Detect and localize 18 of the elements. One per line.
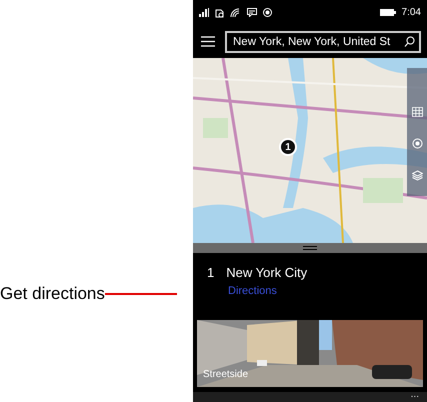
drag-handle-icon[interactable]	[303, 246, 317, 250]
menu-icon[interactable]	[201, 36, 215, 47]
status-time: 7:04	[402, 7, 421, 18]
search-field[interactable]: New York, New York, United St	[225, 30, 421, 52]
locate-icon[interactable]	[412, 138, 422, 149]
grid-icon[interactable]	[412, 106, 422, 117]
battery-icon	[380, 9, 396, 16]
record-icon	[263, 8, 272, 17]
annotation-label: Get directions	[0, 284, 105, 304]
more-button[interactable]: ...	[410, 392, 419, 398]
signal-icon	[199, 8, 209, 17]
search-icon[interactable]	[404, 36, 415, 47]
result-name[interactable]: New York City	[226, 265, 308, 280]
result-index: 1	[207, 265, 214, 280]
message-icon	[247, 8, 257, 17]
layers-icon[interactable]	[412, 170, 422, 182]
wifi-icon	[230, 8, 241, 17]
sim-icon	[215, 8, 224, 18]
